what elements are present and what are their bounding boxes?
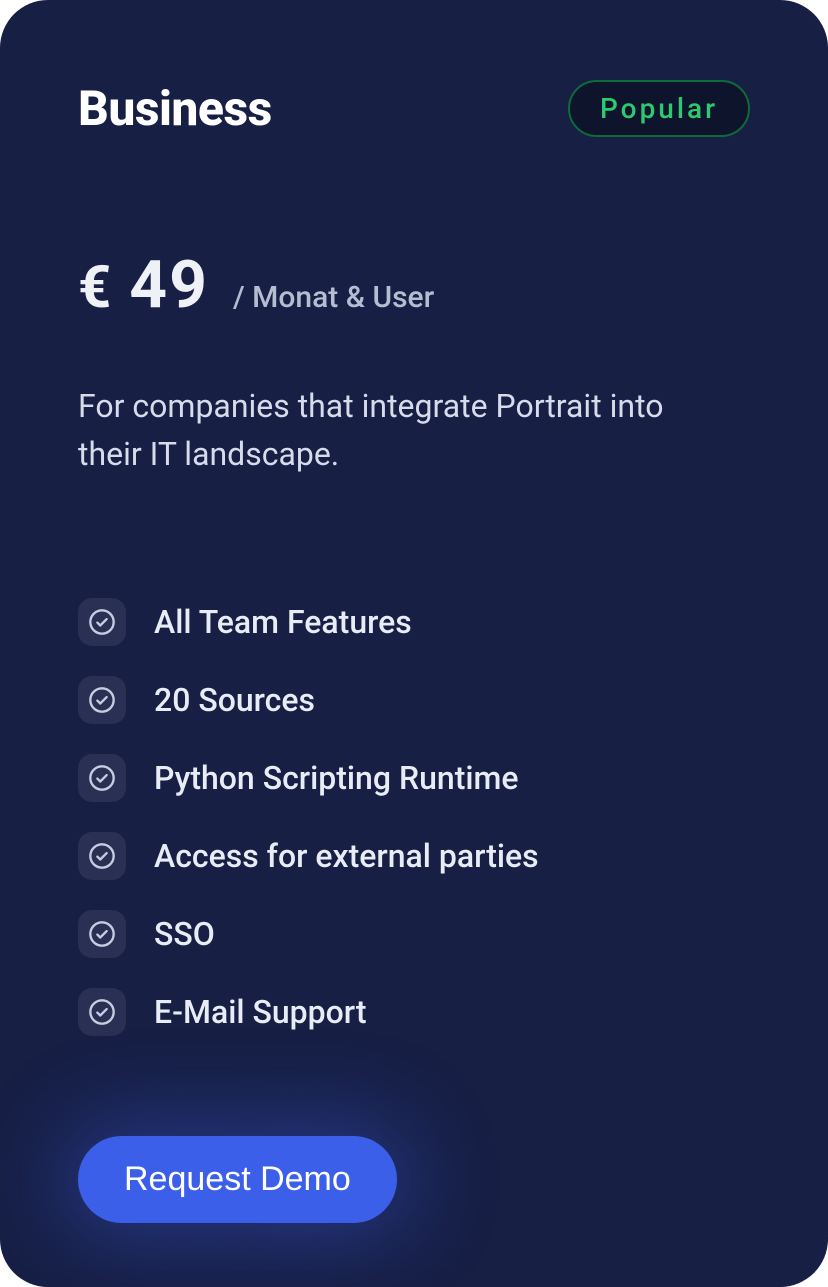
price-currency: € [78,254,111,322]
feature-label: Python Scripting Runtime [154,759,519,797]
check-circle-icon [78,988,126,1036]
price-period: / Monat & User [233,280,434,315]
check-circle-icon [78,832,126,880]
plan-title: Business [78,80,272,137]
check-circle-icon [78,676,126,724]
feature-item: All Team Features [78,598,750,646]
request-demo-button[interactable]: Request Demo [78,1136,397,1223]
feature-item: SSO [78,910,750,958]
plan-description: For companies that integrate Portrait in… [78,382,718,478]
check-circle-icon [78,598,126,646]
card-header: Business Popular [78,80,750,137]
check-circle-icon [78,910,126,958]
feature-item: Python Scripting Runtime [78,754,750,802]
feature-item: 20 Sources [78,676,750,724]
feature-label: E-Mail Support [154,993,367,1031]
feature-label: SSO [154,915,215,953]
popular-badge: Popular [568,80,750,137]
feature-item: E-Mail Support [78,988,750,1036]
price-row: € 49 / Monat & User [78,247,750,324]
check-circle-icon [78,754,126,802]
feature-label: All Team Features [154,603,412,641]
feature-label: Access for external parties [154,837,539,875]
price-amount: 49 [129,247,209,324]
feature-list: All Team Features 20 Sources Python Scri… [78,598,750,1036]
pricing-card: Business Popular € 49 / Monat & User For… [0,0,828,1287]
feature-item: Access for external parties [78,832,750,880]
feature-label: 20 Sources [154,681,315,719]
